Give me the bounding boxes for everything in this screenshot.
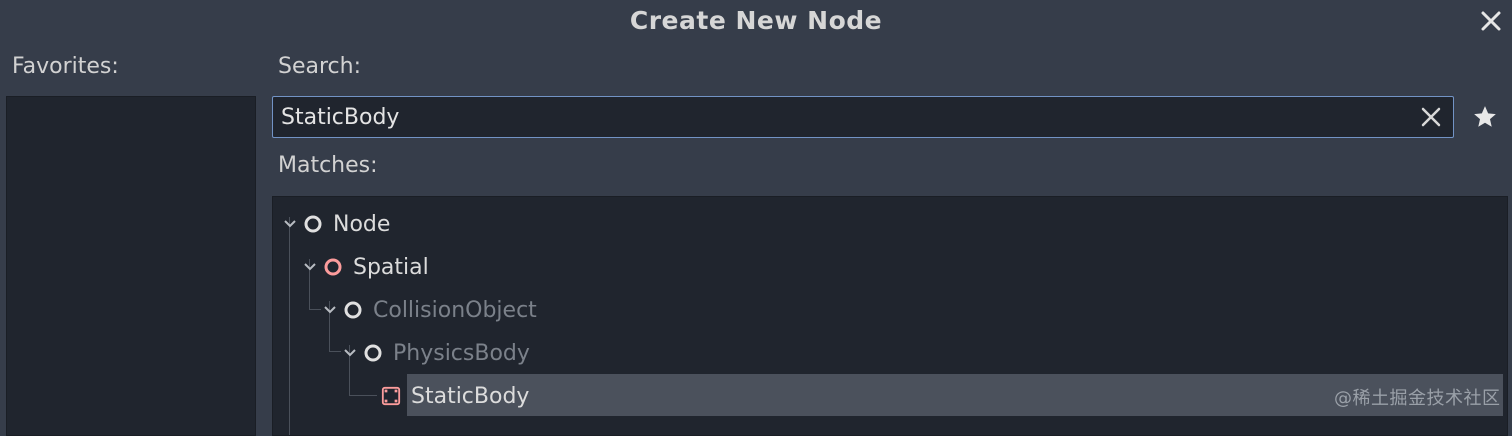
- favorite-star-button[interactable]: [1470, 102, 1500, 132]
- tree-item-physicsbody[interactable]: PhysicsBody: [341, 332, 530, 374]
- watermark: @稀土掘金技术社区: [1334, 388, 1501, 409]
- search-label: Search:: [278, 54, 361, 79]
- tree-item-label: Spatial: [353, 254, 429, 280]
- tree-guide-line: [309, 309, 321, 310]
- favorites-list[interactable]: [6, 96, 256, 436]
- node-circle-icon: [363, 343, 383, 363]
- chevron-down-icon[interactable]: [301, 258, 319, 276]
- tree-item-label: Node: [333, 211, 391, 237]
- tree-guide-line: [329, 351, 341, 352]
- matches-label: Matches:: [278, 153, 378, 178]
- tree-item-label: CollisionObject: [373, 297, 537, 323]
- chevron-down-icon[interactable]: [341, 344, 359, 362]
- tree-item-staticbody[interactable]: StaticBody: [381, 375, 529, 417]
- node-circle-icon: [343, 300, 363, 320]
- node-circle-icon: [303, 214, 323, 234]
- chevron-down-icon[interactable]: [281, 215, 299, 233]
- tree-guide-line: [349, 395, 377, 396]
- spatial-circle-icon: [323, 257, 343, 277]
- tree-item-collisionobject[interactable]: CollisionObject: [321, 289, 537, 331]
- star-icon: [1474, 106, 1496, 127]
- close-button[interactable]: [1474, 4, 1508, 38]
- search-input[interactable]: [281, 97, 1401, 137]
- tree-guide-line: [289, 217, 290, 435]
- tree-item-spatial[interactable]: Spatial: [301, 246, 429, 288]
- clear-search-button[interactable]: [1417, 103, 1445, 131]
- dialog-title: Create New Node: [629, 6, 883, 35]
- clear-icon: [1421, 107, 1441, 127]
- tree-item-label: StaticBody: [411, 383, 530, 409]
- close-icon: [1481, 11, 1501, 31]
- tree-item-label: PhysicsBody: [393, 340, 530, 366]
- tree-item-node[interactable]: Node: [281, 203, 390, 245]
- search-field[interactable]: [272, 96, 1454, 138]
- matches-tree[interactable]: Node Spatial CollisionObject PhysicsBody: [272, 196, 1508, 436]
- chevron-down-icon[interactable]: [321, 301, 339, 319]
- static-body-icon: [381, 386, 401, 406]
- favorites-label: Favorites:: [12, 54, 119, 79]
